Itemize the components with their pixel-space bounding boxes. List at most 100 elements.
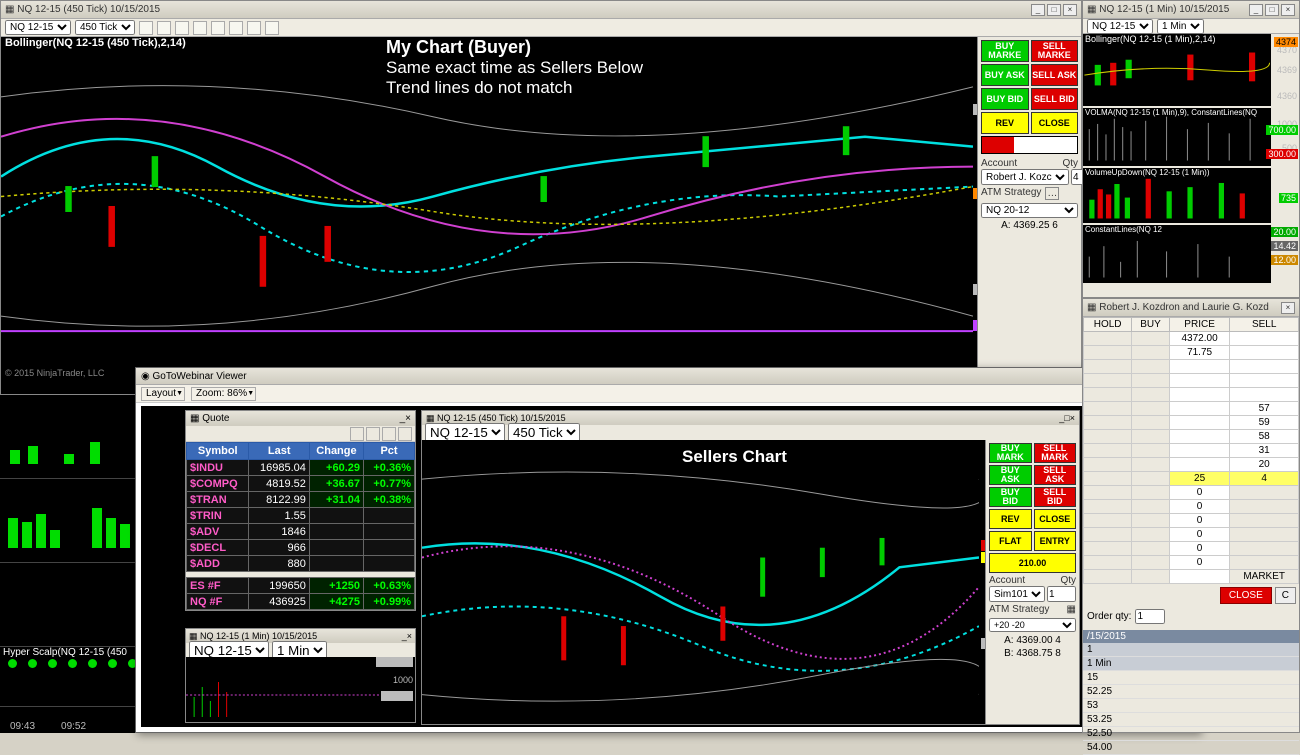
interval-select[interactable]: 450 Tick — [75, 20, 135, 35]
col-last[interactable]: Last — [249, 443, 309, 460]
tool-icon[interactable] — [175, 21, 189, 35]
close-all-button[interactable]: CLOSE — [1220, 587, 1272, 604]
interval-select[interactable]: 1 Min — [1157, 19, 1204, 34]
atm-select[interactable]: +20 -20 — [989, 618, 1076, 632]
right-pane-2[interactable]: VOLMA(NQ 12-15 (1 Min),9), ConstantLines… — [1083, 108, 1271, 166]
c-button[interactable]: C — [1275, 587, 1296, 604]
quote-row[interactable]: $TRAN8122.99+31.04+0.38% — [187, 492, 415, 508]
quote-row[interactable]: $DECL966 — [187, 540, 415, 556]
quote-row[interactable]: NQ #F436925+4275+0.99% — [187, 594, 415, 610]
buy-market-button[interactable]: BUYMARK — [989, 443, 1032, 463]
list-item[interactable]: 1 — [1083, 643, 1299, 657]
maximize-icon[interactable]: □ — [1047, 4, 1061, 16]
minimize-icon[interactable]: _ — [1031, 4, 1045, 16]
list-item[interactable]: 1 Min — [1083, 657, 1299, 671]
dom-row[interactable]: 0 — [1084, 500, 1299, 514]
sell-bid-button[interactable]: SELLBID — [1034, 487, 1077, 507]
dom-row[interactable]: 0 — [1084, 542, 1299, 556]
buy-ask-button[interactable]: BUY ASK — [981, 64, 1029, 86]
main-titlebar[interactable]: ▦ NQ 12-15 (450 Tick) 10/15/2015 _ □ × — [1, 1, 1081, 19]
sell-bid-button[interactable]: SELL BID — [1031, 88, 1079, 110]
dom-row[interactable]: 4372.00 — [1084, 332, 1299, 346]
close-position-button[interactable]: CLOSE — [1034, 509, 1077, 529]
close-icon[interactable]: × — [1063, 4, 1077, 16]
sell-ask-button[interactable]: SELLASK — [1034, 465, 1077, 485]
dom-row[interactable]: 58 — [1084, 430, 1299, 444]
zoom-dropdown[interactable]: Zoom: 86% — [191, 387, 256, 401]
dom-row[interactable] — [1084, 388, 1299, 402]
instrument-select[interactable]: NQ 12-15 — [1087, 19, 1153, 34]
dom-row-current[interactable]: 254 — [1084, 472, 1299, 486]
list-item[interactable]: 52.50 — [1083, 727, 1299, 741]
col-change[interactable]: Change — [309, 443, 363, 460]
close-icon[interactable]: × — [405, 413, 411, 424]
list-item[interactable]: 53.25 — [1083, 713, 1299, 727]
quote-row[interactable]: $ADD880 — [187, 556, 415, 572]
dom-row[interactable]: MARKET — [1084, 570, 1299, 584]
dom-row[interactable]: 31 — [1084, 444, 1299, 458]
quote-row[interactable]: $ADV1846 — [187, 524, 415, 540]
layout-dropdown[interactable]: Layout — [141, 387, 185, 401]
dom-row[interactable]: 59 — [1084, 416, 1299, 430]
dom-titlebar[interactable]: ▦ Robert J. Kozdron and Laurie G. Kozd× — [1083, 299, 1299, 317]
list-item[interactable]: 54.00 — [1083, 741, 1299, 755]
dom-row[interactable]: 0 — [1084, 514, 1299, 528]
tool-icon[interactable] — [211, 21, 225, 35]
close-position-button[interactable]: CLOSE — [1031, 112, 1079, 134]
atm-settings-icon[interactable]: … — [1045, 187, 1059, 200]
account-select[interactable]: Sim101 — [989, 586, 1045, 602]
quote-row[interactable]: $INDU16985.04+60.29+0.36% — [187, 460, 415, 476]
col-symbol[interactable]: Symbol — [187, 443, 249, 460]
buy-bid-button[interactable]: BUY BID — [981, 88, 1029, 110]
right-pane-4[interactable]: ConstantLines(NQ 12 — [1083, 225, 1271, 283]
reverse-button[interactable]: REV — [981, 112, 1029, 134]
tool-icon[interactable] — [265, 21, 279, 35]
right-pane-3[interactable]: VolumeUpDown(NQ 12-15 (1 Min)) — [1083, 168, 1271, 223]
buy-bid-button[interactable]: BUYBID — [989, 487, 1032, 507]
quote-titlebar[interactable]: ▦ Quote_× — [186, 411, 415, 426]
col-pct[interactable]: Pct — [364, 443, 415, 460]
sell-market-button[interactable]: SELL MARKE — [1031, 40, 1079, 62]
tool-icon[interactable] — [247, 21, 261, 35]
sellers-chart-body[interactable] — [422, 440, 979, 724]
list-item[interactable]: 52.25 — [1083, 685, 1299, 699]
quote-row[interactable]: ES #F199650+1250+0.63% — [187, 578, 415, 594]
tool-icon[interactable] — [193, 21, 207, 35]
reverse-button[interactable]: REV — [989, 509, 1032, 529]
mini-chart-body[interactable] — [186, 657, 379, 722]
right-pane-1[interactable]: Bollinger(NQ 12-15 (1 Min),2,14) — [1083, 34, 1271, 106]
dom-row[interactable]: 20 — [1084, 458, 1299, 472]
dom-row[interactable]: 57 — [1084, 402, 1299, 416]
tool-icon[interactable] — [382, 427, 396, 441]
atm-select[interactable]: NQ 20-12 — [981, 203, 1078, 218]
quote-row[interactable]: $TRIN1.55 — [187, 508, 415, 524]
quote-row[interactable]: $COMPQ4819.52+36.67+0.77% — [187, 476, 415, 492]
dom-row[interactable] — [1084, 374, 1299, 388]
list-item[interactable]: 15 — [1083, 671, 1299, 685]
buy-ask-button[interactable]: BUYASK — [989, 465, 1032, 485]
tool-icon[interactable] — [398, 427, 412, 441]
tool-icon[interactable] — [366, 427, 380, 441]
tool-icon[interactable] — [229, 21, 243, 35]
instrument-select[interactable]: NQ 12-15 — [5, 20, 71, 35]
buy-market-button[interactable]: BUY MARKE — [981, 40, 1029, 62]
right-titlebar[interactable]: ▦ NQ 12-15 (1 Min) 10/15/2015_□× — [1083, 1, 1299, 19]
order-qty-input[interactable] — [1135, 609, 1165, 624]
tool-icon[interactable] — [157, 21, 171, 35]
sell-ask-button[interactable]: SELL ASK — [1031, 64, 1079, 86]
entry-button[interactable]: ENTRY — [1034, 531, 1077, 551]
list-item[interactable]: 53 — [1083, 699, 1299, 713]
dom-row[interactable]: 71.75 — [1084, 346, 1299, 360]
account-select[interactable]: Robert J. Kozc — [981, 169, 1069, 185]
sell-market-button[interactable]: SELLMARK — [1034, 443, 1077, 463]
dom-row[interactable]: 0 — [1084, 556, 1299, 570]
flat-button[interactable]: FLAT — [989, 531, 1032, 551]
dom-row[interactable] — [1084, 360, 1299, 374]
tool-icon[interactable] — [350, 427, 364, 441]
tool-icon[interactable] — [139, 21, 153, 35]
goto-titlebar[interactable]: ◉ GoToWebinar Viewer _□× — [136, 368, 1199, 385]
dom-row[interactable]: 0 — [1084, 486, 1299, 500]
dom-row[interactable]: 0 — [1084, 528, 1299, 542]
qty-input[interactable] — [1047, 586, 1076, 602]
atm-settings-icon[interactable]: ▦ — [1067, 604, 1076, 615]
